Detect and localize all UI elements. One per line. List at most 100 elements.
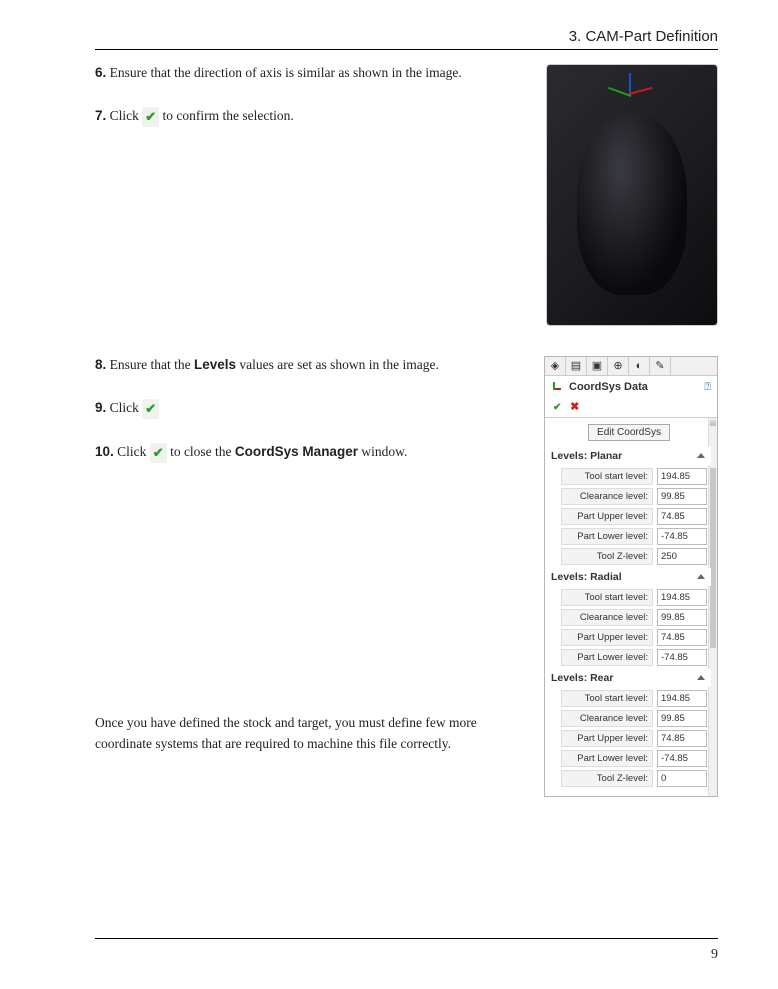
toolbar-icon-4[interactable]: ⊕: [608, 357, 629, 375]
section-header-rear[interactable]: Levels: Rear: [547, 669, 711, 687]
step-10-bold: CoordSys Manager: [235, 444, 358, 459]
closing-paragraph: Once you have defined the stock and targ…: [95, 713, 530, 754]
planar-tool-start-value[interactable]: 194.85: [657, 468, 707, 485]
toolbar-icon-1[interactable]: ◈: [545, 357, 566, 375]
step-7-post: to confirm the selection.: [163, 108, 294, 123]
planar-lower-row: Part Lower level: -74.85: [561, 528, 707, 545]
rear-lower-label[interactable]: Part Lower level:: [561, 750, 653, 767]
step-10-num: 10.: [95, 444, 114, 459]
axis-triad-icon: [607, 73, 657, 113]
step-7-num: 7.: [95, 108, 106, 123]
panel-scroll-area: Edit CoordSys Levels: Planar Tool start …: [545, 417, 717, 796]
planar-lower-label[interactable]: Part Lower level:: [561, 528, 653, 545]
planar-upper-label[interactable]: Part Upper level:: [561, 508, 653, 525]
step-6-text: Ensure that the direction of axis is sim…: [110, 65, 462, 80]
radial-clearance-value[interactable]: 99.85: [657, 609, 707, 626]
3d-head-render: [546, 64, 718, 326]
section-header: 3. CAM-Part Definition: [95, 28, 718, 45]
rear-upper-value[interactable]: 74.85: [657, 730, 707, 747]
footer-rule: [95, 938, 718, 939]
rear-toolz-row: Tool Z-level: 0: [561, 770, 707, 787]
planar-tool-start-label[interactable]: Tool start level:: [561, 468, 653, 485]
scrollbar[interactable]: [708, 418, 717, 796]
toolbar-icon-6[interactable]: ✎: [650, 357, 671, 375]
step-8-post: values are set as shown in the image.: [236, 357, 439, 372]
rear-tool-start-value[interactable]: 194.85: [657, 690, 707, 707]
step-10: 10. Click ✔ to close the CoordSys Manage…: [95, 443, 530, 463]
radial-tool-start-label[interactable]: Tool start level:: [561, 589, 653, 606]
step-7-pre: Click: [110, 108, 139, 123]
step-9-num: 9.: [95, 400, 106, 415]
radial-upper-value[interactable]: 74.85: [657, 629, 707, 646]
step-8: 8. Ensure that the Levels values are set…: [95, 356, 530, 375]
rear-toolz-label[interactable]: Tool Z-level:: [561, 770, 653, 787]
edit-btn-row: Edit CoordSys: [551, 424, 707, 441]
radial-lower-value[interactable]: -74.85: [657, 649, 707, 666]
rear-clearance-row: Clearance level: 99.85: [561, 710, 707, 727]
step-10-pre: Click: [117, 444, 146, 459]
coordsys-panel: ◈ ▤ ▣ ⊕ ◐ ✎ CoordSys Data ⍰ ✔ ✖: [544, 356, 718, 797]
planar-upper-value[interactable]: 74.85: [657, 508, 707, 525]
planar-clearance-label[interactable]: Clearance level:: [561, 488, 653, 505]
toolbar-icon-2[interactable]: ▤: [566, 357, 587, 375]
rear-tool-start-row: Tool start level: 194.85: [561, 690, 707, 707]
planar-tool-start-row: Tool start level: 194.85: [561, 468, 707, 485]
radial-clearance-row: Clearance level: 99.85: [561, 609, 707, 626]
checkmark-icon: ✔: [142, 399, 159, 419]
checkmark-icon: ✔: [150, 443, 167, 463]
text-column-bottom: 8. Ensure that the Levels values are set…: [95, 356, 544, 754]
rear-lower-row: Part Lower level: -74.85: [561, 750, 707, 767]
radial-upper-label[interactable]: Part Upper level:: [561, 629, 653, 646]
panel-title-text: CoordSys Data: [569, 381, 648, 393]
coordsys-icon: [551, 380, 565, 394]
help-icon[interactable]: ⍰: [704, 381, 711, 394]
panel-toolbar: ◈ ▤ ▣ ⊕ ◐ ✎: [545, 357, 717, 376]
step-7: 7. Click ✔ to confirm the selection.: [95, 107, 532, 127]
radial-lower-label[interactable]: Part Lower level:: [561, 649, 653, 666]
rear-upper-label[interactable]: Part Upper level:: [561, 730, 653, 747]
radial-tool-start-value[interactable]: 194.85: [657, 589, 707, 606]
step-10-posta: to close the: [170, 444, 235, 459]
head-image-col: [546, 64, 718, 326]
rear-clearance-value[interactable]: 99.85: [657, 710, 707, 727]
step-10-postb: window.: [358, 444, 407, 459]
row-bottom: 8. Ensure that the Levels values are set…: [95, 356, 718, 797]
planar-toolz-label[interactable]: Tool Z-level:: [561, 548, 653, 565]
planar-lower-value[interactable]: -74.85: [657, 528, 707, 545]
panel-actions: ✔ ✖: [545, 398, 717, 417]
section-header-radial[interactable]: Levels: Radial: [547, 568, 711, 586]
section-header-planar[interactable]: Levels: Planar: [547, 447, 711, 465]
radial-upper-row: Part Upper level: 74.85: [561, 629, 707, 646]
ok-icon[interactable]: ✔: [553, 402, 561, 413]
radial-clearance-label[interactable]: Clearance level:: [561, 609, 653, 626]
cancel-icon[interactable]: ✖: [570, 401, 579, 413]
planar-toolz-value[interactable]: 250: [657, 548, 707, 565]
row-top: 6. Ensure that the direction of axis is …: [95, 64, 718, 326]
planar-clearance-row: Clearance level: 99.85: [561, 488, 707, 505]
rear-clearance-label[interactable]: Clearance level:: [561, 710, 653, 727]
step-6-num: 6.: [95, 65, 106, 80]
toolbar-icon-3[interactable]: ▣: [587, 357, 608, 375]
toolbar-icon-5[interactable]: ◐: [629, 357, 650, 375]
checkmark-icon: ✔: [142, 107, 159, 127]
panel-body: Edit CoordSys Levels: Planar Tool start …: [545, 418, 717, 796]
step-6: 6. Ensure that the direction of axis is …: [95, 64, 532, 83]
step-9: 9. Click ✔: [95, 399, 530, 419]
rear-lower-value[interactable]: -74.85: [657, 750, 707, 767]
planar-upper-row: Part Upper level: 74.85: [561, 508, 707, 525]
radial-lower-row: Part Lower level: -74.85: [561, 649, 707, 666]
step-8-pre: Ensure that the: [110, 357, 194, 372]
page-number: 9: [711, 947, 718, 963]
header-rule: [95, 49, 718, 50]
planar-clearance-value[interactable]: 99.85: [657, 488, 707, 505]
step-8-num: 8.: [95, 357, 106, 372]
document-page: 3. CAM-Part Definition 6. Ensure that th…: [0, 0, 778, 989]
rear-tool-start-label[interactable]: Tool start level:: [561, 690, 653, 707]
planar-toolz-row: Tool Z-level: 250: [561, 548, 707, 565]
rear-toolz-value[interactable]: 0: [657, 770, 707, 787]
rear-upper-row: Part Upper level: 74.85: [561, 730, 707, 747]
panel-col: ◈ ▤ ▣ ⊕ ◐ ✎ CoordSys Data ⍰ ✔ ✖: [544, 356, 718, 797]
edit-coordsys-button[interactable]: Edit CoordSys: [588, 424, 670, 441]
radial-tool-start-row: Tool start level: 194.85: [561, 589, 707, 606]
step-8-bold: Levels: [194, 357, 236, 372]
